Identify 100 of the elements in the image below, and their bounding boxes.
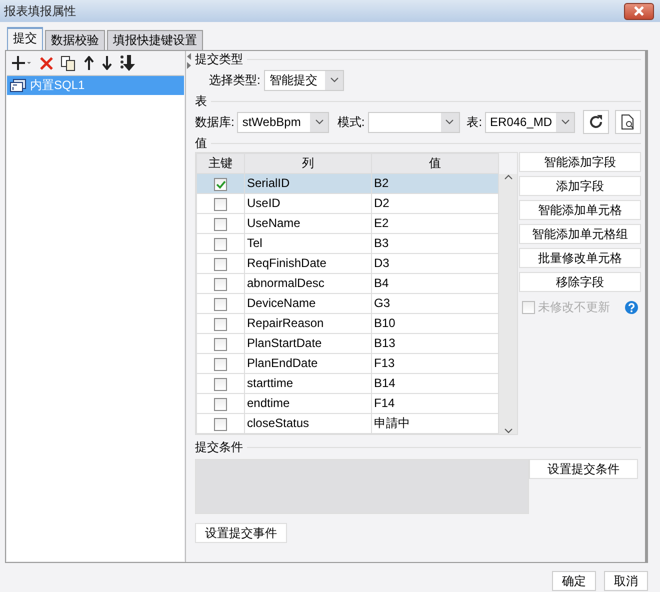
column-header[interactable]: 列 bbox=[244, 154, 372, 174]
caret-icon bbox=[314, 119, 324, 125]
table-cell: UseName bbox=[244, 214, 372, 234]
section-heading: 提交条件 bbox=[195, 440, 243, 454]
table-row[interactable]: ReqFinishDate D3 bbox=[196, 254, 498, 274]
action-button[interactable]: 智能添加字段 bbox=[519, 152, 641, 172]
delete-icon[interactable] bbox=[40, 56, 53, 70]
table-cell: PlanStartDate bbox=[244, 334, 372, 354]
table-cell: B14 bbox=[372, 374, 498, 394]
scroll-up-icon[interactable] bbox=[504, 174, 512, 180]
section-heading: 表 bbox=[195, 94, 207, 108]
checkbox[interactable] bbox=[214, 378, 227, 391]
table-row[interactable]: Tel B3 bbox=[196, 234, 498, 254]
table-row[interactable]: endtime F14 bbox=[196, 394, 498, 414]
action-button[interactable]: 移除字段 bbox=[519, 272, 641, 292]
dialog-button[interactable]: 取消 bbox=[604, 571, 648, 591]
checkbox[interactable] bbox=[214, 218, 227, 231]
collapse-left-icon[interactable] bbox=[187, 53, 192, 60]
up-arrow-icon[interactable] bbox=[84, 56, 94, 70]
tab[interactable]: 数据校验 bbox=[45, 30, 105, 50]
refresh-icon[interactable] bbox=[583, 110, 610, 134]
table-cell: D3 bbox=[372, 254, 498, 274]
table-cell: 申請中 bbox=[372, 414, 498, 434]
table-cell: F13 bbox=[372, 354, 498, 374]
checkbox[interactable] bbox=[214, 338, 227, 351]
add-icon[interactable] bbox=[12, 56, 32, 70]
table-cell: SerialID bbox=[244, 174, 372, 194]
scrollbar[interactable] bbox=[499, 174, 517, 434]
checkbox[interactable] bbox=[214, 398, 227, 411]
close-icon bbox=[633, 6, 645, 16]
table-row[interactable]: starttime B14 bbox=[196, 374, 498, 394]
table-cell: G3 bbox=[372, 294, 498, 314]
table-cell: B10 bbox=[372, 314, 498, 334]
field-label: 选择类型: bbox=[209, 72, 260, 88]
dialog-button[interactable]: 确定 bbox=[552, 571, 596, 591]
field-label: 模式: bbox=[337, 114, 365, 130]
checkbox[interactable] bbox=[214, 278, 227, 291]
checkbox[interactable] bbox=[214, 418, 227, 431]
table-row[interactable]: UseID D2 bbox=[196, 194, 498, 214]
table-row[interactable]: PlanEndDate F13 bbox=[196, 354, 498, 374]
help-icon[interactable] bbox=[625, 300, 638, 314]
table-row[interactable]: abnormalDesc B4 bbox=[196, 274, 498, 294]
table-cell: B4 bbox=[372, 274, 498, 294]
checkbox[interactable] bbox=[214, 318, 227, 331]
table-icon bbox=[10, 79, 26, 92]
copy-icon[interactable] bbox=[61, 56, 76, 70]
table-cell: endtime bbox=[244, 394, 372, 414]
table-row[interactable]: PlanStartDate B13 bbox=[196, 334, 498, 354]
table-cell: F14 bbox=[372, 394, 498, 414]
database-dropdown[interactable]: stWebBpm bbox=[237, 112, 330, 132]
checkbox[interactable] bbox=[214, 298, 227, 311]
caret-icon bbox=[560, 119, 570, 125]
checkbox[interactable] bbox=[214, 238, 227, 251]
table-cell: Tel bbox=[244, 234, 372, 254]
table-cell: ReqFinishDate bbox=[244, 254, 372, 274]
expand-right-icon[interactable] bbox=[187, 62, 192, 69]
type-dropdown[interactable]: 智能提交 bbox=[264, 70, 344, 90]
table-dropdown[interactable]: ER046_MD bbox=[485, 112, 576, 132]
table-cell: D2 bbox=[372, 194, 498, 214]
checkbox[interactable] bbox=[214, 258, 227, 271]
table-cell: DeviceName bbox=[244, 294, 372, 314]
action-button[interactable]: 智能添加单元格组 bbox=[519, 224, 641, 244]
close-button[interactable] bbox=[624, 2, 654, 20]
scroll-down-icon[interactable] bbox=[504, 428, 512, 434]
table-cell: B2 bbox=[372, 174, 498, 194]
column-header[interactable]: 主键 bbox=[196, 154, 244, 174]
table-cell: abnormalDesc bbox=[244, 274, 372, 294]
tab[interactable]: 提交 bbox=[7, 27, 43, 50]
set-event-button[interactable]: 设置提交事件 bbox=[195, 523, 287, 543]
checkbox[interactable] bbox=[214, 198, 227, 211]
column-header[interactable]: 值 bbox=[372, 154, 498, 174]
table-row[interactable]: SerialID B2 bbox=[196, 174, 498, 194]
table-cell: E2 bbox=[372, 214, 498, 234]
set-condition-button[interactable]: 设置提交条件 bbox=[529, 459, 638, 479]
action-button[interactable]: 批量修改单元格 bbox=[519, 248, 641, 268]
table-cell: closeStatus bbox=[244, 414, 372, 434]
action-button[interactable]: 智能添加单元格 bbox=[519, 200, 641, 220]
table-cell: PlanEndDate bbox=[244, 354, 372, 374]
table-row[interactable]: closeStatus 申請中 bbox=[196, 414, 498, 434]
table-row[interactable]: UseName E2 bbox=[196, 214, 498, 234]
checkbox[interactable] bbox=[214, 178, 227, 191]
section-heading: 提交类型 bbox=[195, 52, 243, 66]
checkbox-label: 未修改不更新 bbox=[538, 300, 610, 314]
table-cell: UseID bbox=[244, 194, 372, 214]
action-button[interactable]: 添加字段 bbox=[519, 176, 641, 196]
caret-icon bbox=[445, 119, 454, 125]
table-cell: starttime bbox=[244, 374, 372, 394]
move-to-bottom-icon[interactable] bbox=[120, 55, 136, 71]
field-label: 表: bbox=[466, 114, 482, 130]
table-cell: RepairReason bbox=[244, 314, 372, 334]
table-row[interactable]: DeviceName G3 bbox=[196, 294, 498, 314]
preview-icon[interactable] bbox=[615, 110, 642, 134]
field-label: 数据库: bbox=[195, 114, 234, 130]
section-heading: 值 bbox=[195, 136, 207, 150]
table-row[interactable]: RepairReason B10 bbox=[196, 314, 498, 334]
tab[interactable]: 填报快捷键设置 bbox=[107, 30, 203, 50]
checkbox[interactable] bbox=[214, 358, 227, 371]
table-cell: B13 bbox=[372, 334, 498, 354]
down-arrow-icon[interactable] bbox=[102, 56, 112, 70]
caret-icon bbox=[330, 77, 339, 83]
